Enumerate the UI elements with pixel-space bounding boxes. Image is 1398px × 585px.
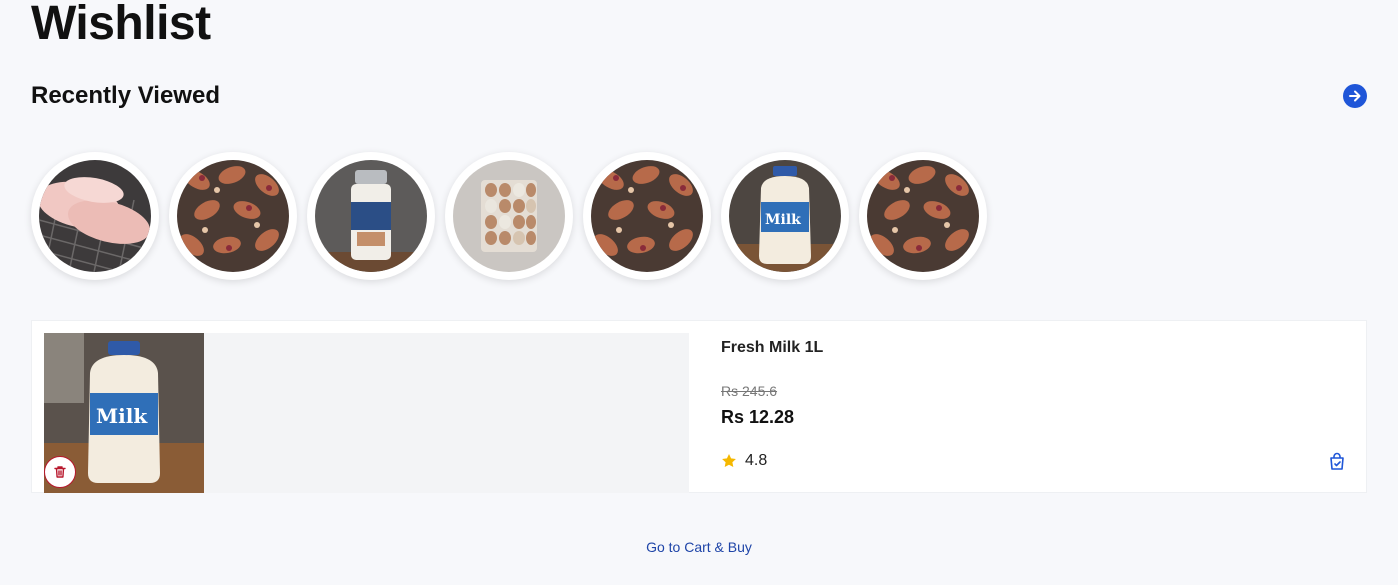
recently-viewed-item[interactable]: [859, 152, 987, 280]
milk-jug-image: Milk: [729, 160, 841, 272]
sale-price: Rs 12.28: [721, 407, 795, 427]
recently-viewed-item[interactable]: [445, 152, 573, 280]
chicken-drumsticks-image: [591, 160, 703, 272]
cart-cta: Go to Cart & Buy: [0, 539, 1398, 557]
recently-viewed-item[interactable]: [307, 152, 435, 280]
svg-text:Milk: Milk: [96, 404, 148, 428]
chicken-drumsticks-image: [177, 160, 289, 272]
remove-from-wishlist-button[interactable]: [44, 456, 76, 488]
shopping-bag-check-icon: [1330, 452, 1344, 470]
star-icon: [722, 454, 736, 467]
trash-icon: [54, 466, 66, 478]
go-to-cart-link[interactable]: Go to Cart & Buy: [646, 539, 752, 555]
original-price: Rs 245.6: [721, 383, 778, 399]
recently-viewed-item[interactable]: [583, 152, 711, 280]
arrow-right-icon: [1349, 90, 1361, 102]
eggs-tray-image: [453, 160, 565, 272]
product-name[interactable]: Fresh Milk 1L: [721, 339, 823, 357]
wishlist-item-card: Milk Fresh Milk 1L Rs 245.6 Rs 12.28 4.8: [31, 320, 1367, 493]
product-rating: 4.8: [721, 452, 767, 470]
recently-viewed-title: Recently Viewed: [31, 82, 220, 109]
chicken-drumsticks-image: [867, 160, 979, 272]
recently-viewed-item[interactable]: Milk: [721, 152, 849, 280]
recently-viewed-list: Milk: [31, 152, 987, 280]
page-title: Wishlist: [31, 0, 211, 50]
product-image-area[interactable]: Milk: [44, 333, 689, 493]
scroll-right-button[interactable]: [1343, 84, 1367, 108]
recently-viewed-item[interactable]: [169, 152, 297, 280]
svg-text:Milk: Milk: [765, 212, 801, 228]
recently-viewed-item[interactable]: [31, 152, 159, 280]
chicken-breast-image: [39, 160, 151, 272]
cream-bottle-image: [315, 160, 427, 272]
rating-value: 4.8: [745, 452, 768, 469]
add-to-cart-button[interactable]: [1325, 450, 1349, 474]
